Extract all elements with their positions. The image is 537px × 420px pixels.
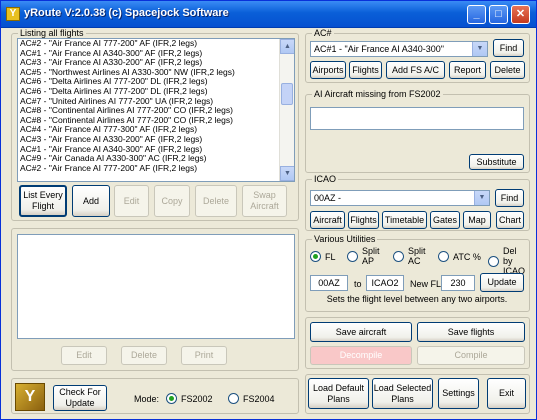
missing-legend: AI Aircraft missing from FS2002 bbox=[312, 89, 443, 99]
map-button[interactable]: Map bbox=[463, 211, 491, 229]
list-every-flight-button[interactable]: List Every Flight bbox=[19, 185, 67, 217]
swap-aircraft-button[interactable]: Swap Aircraft bbox=[242, 185, 287, 217]
radio-icon bbox=[347, 250, 358, 262]
ac-delete-button[interactable]: Delete bbox=[490, 61, 525, 79]
utilities-hint: Sets the flight level between any two ai… bbox=[326, 294, 508, 304]
icao-flights-button[interactable]: Flights bbox=[348, 211, 379, 229]
radio-selected-icon bbox=[166, 393, 177, 404]
icao-find-button[interactable]: Find bbox=[495, 189, 524, 207]
flights-list[interactable]: AC#2 - "Air France AI 777-200" AF (IFR,2… bbox=[17, 38, 295, 182]
close-button[interactable]: ✕ bbox=[511, 5, 530, 24]
radio-icon bbox=[488, 255, 499, 267]
legs-list[interactable] bbox=[17, 234, 295, 339]
copy-flight-button[interactable]: Copy bbox=[154, 185, 190, 217]
title-bar[interactable]: Y yRoute V:2.0.38 (c) Spacejock Software… bbox=[1, 1, 536, 28]
split-ac-radio[interactable]: Split AC bbox=[393, 246, 435, 266]
del-icao-label: Del by ICAO bbox=[503, 246, 526, 276]
save-aircraft-button[interactable]: Save aircraft bbox=[310, 322, 412, 342]
atc-label: ATC % bbox=[453, 251, 481, 262]
mode-fs2004-radio[interactable]: FS2004 bbox=[228, 393, 275, 404]
ac-airports-button[interactable]: Airports bbox=[310, 61, 346, 79]
app-icon: Y bbox=[6, 7, 20, 21]
decompile-button[interactable]: Decompile bbox=[310, 346, 412, 365]
fl-label: FL bbox=[325, 251, 336, 262]
add-fs-ac-button[interactable]: Add FS A/C bbox=[386, 61, 445, 79]
scroll-up-icon[interactable]: ▲ bbox=[280, 39, 294, 54]
scroll-down-icon[interactable]: ▼ bbox=[280, 166, 294, 181]
icao-aircraft-button[interactable]: Aircraft bbox=[310, 211, 345, 229]
check-update-button[interactable]: Check For Update bbox=[53, 385, 107, 411]
save-flights-button[interactable]: Save flights bbox=[417, 322, 525, 342]
ac-flights-button[interactable]: Flights bbox=[349, 61, 382, 79]
settings-button[interactable]: Settings bbox=[438, 378, 479, 409]
ac-report-button[interactable]: Report bbox=[449, 61, 486, 79]
icao-legend: ICAO bbox=[312, 174, 339, 184]
yroute-logo: Y bbox=[15, 383, 45, 411]
edit-leg-button[interactable]: Edit bbox=[61, 346, 107, 365]
flight-list-item[interactable]: AC#2 - "Air France AI 777-200" AF (IFR,2… bbox=[18, 163, 294, 174]
utilities-legend: Various Utilities bbox=[312, 234, 378, 244]
minimize-button[interactable]: _ bbox=[467, 5, 486, 24]
radio-selected-icon bbox=[310, 251, 321, 262]
window-title: yRoute V:2.0.38 (c) Spacejock Software bbox=[24, 7, 229, 19]
mode-fs2002-radio[interactable]: FS2002 bbox=[166, 393, 213, 404]
icao-select[interactable]: 00AZ - ▼ bbox=[310, 190, 490, 206]
new-fl-label: New FL: bbox=[410, 279, 444, 289]
split-ap-radio[interactable]: Split AP bbox=[347, 246, 389, 266]
mode-fs2004-label: FS2004 bbox=[243, 393, 275, 404]
chevron-down-icon[interactable]: ▼ bbox=[474, 191, 489, 205]
radio-icon bbox=[393, 250, 404, 262]
new-fl-input[interactable]: 230 bbox=[441, 275, 475, 291]
scroll-thumb[interactable] bbox=[281, 83, 293, 105]
delete-leg-button[interactable]: Delete bbox=[121, 346, 167, 365]
missing-aircraft-list[interactable] bbox=[310, 107, 524, 130]
exit-button[interactable]: Exit bbox=[487, 378, 526, 409]
flights-legend: Listing all flights bbox=[18, 28, 86, 38]
ac-legend: AC# bbox=[312, 28, 334, 38]
substitute-button[interactable]: Substitute bbox=[469, 154, 524, 170]
fl-radio[interactable]: FL bbox=[310, 251, 336, 262]
compile-button[interactable]: Compile bbox=[417, 346, 525, 365]
ac-find-button[interactable]: Find bbox=[493, 39, 524, 57]
icao-select-value: 00AZ - bbox=[314, 193, 342, 203]
flights-scrollbar[interactable]: ▲ ▼ bbox=[279, 39, 294, 181]
load-default-plans-button[interactable]: Load Default Plans bbox=[308, 378, 369, 409]
mode-fs2002-label: FS2002 bbox=[181, 393, 213, 404]
aircraft-select[interactable]: AC#1 - "Air France AI A340-300" ▼ bbox=[310, 41, 488, 57]
add-flight-button[interactable]: Add bbox=[72, 185, 110, 217]
chart-button[interactable]: Chart bbox=[496, 211, 524, 229]
mode-label: Mode: bbox=[134, 394, 160, 404]
del-icao-radio[interactable]: Del by ICAO bbox=[488, 246, 528, 276]
app-window: Y yRoute V:2.0.38 (c) Spacejock Software… bbox=[0, 0, 537, 420]
gates-button[interactable]: Gates bbox=[430, 211, 460, 229]
load-selected-plans-button[interactable]: Load Selected Plans bbox=[372, 378, 433, 409]
to-label: to bbox=[354, 279, 362, 289]
aircraft-select-value: AC#1 - "Air France AI A340-300" bbox=[314, 44, 444, 54]
maximize-button[interactable]: □ bbox=[489, 5, 508, 24]
split-ap-label: Split AP bbox=[362, 246, 380, 266]
from-icao-input[interactable]: 00AZ bbox=[310, 275, 348, 291]
split-ac-label: Split AC bbox=[408, 246, 426, 266]
edit-flight-button[interactable]: Edit bbox=[114, 185, 149, 217]
print-leg-button[interactable]: Print bbox=[181, 346, 227, 365]
radio-icon bbox=[228, 393, 239, 404]
delete-flight-button[interactable]: Delete bbox=[195, 185, 237, 217]
timetable-button[interactable]: Timetable bbox=[382, 211, 427, 229]
atc-radio[interactable]: ATC % bbox=[438, 251, 481, 262]
update-button[interactable]: Update bbox=[480, 273, 524, 292]
radio-icon bbox=[438, 251, 449, 262]
chevron-down-icon[interactable]: ▼ bbox=[472, 42, 487, 56]
to-icao-input[interactable]: ICAO2 bbox=[366, 275, 404, 291]
